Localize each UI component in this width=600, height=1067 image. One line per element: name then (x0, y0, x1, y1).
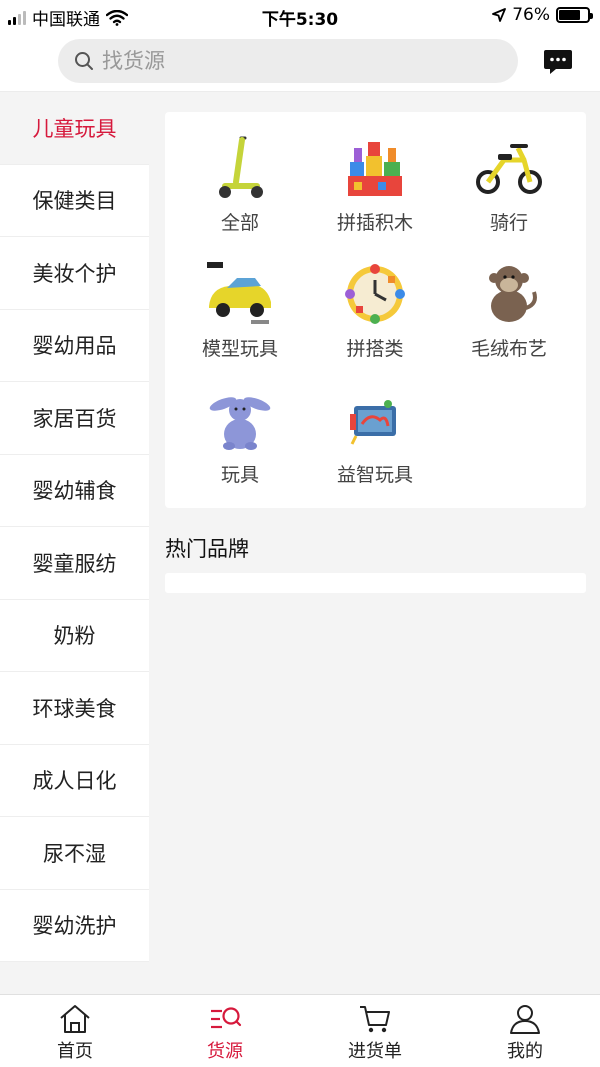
hot-brands-list (165, 573, 586, 593)
subcategory-item[interactable]: 益智玩具 (308, 384, 442, 510)
tab-source[interactable]: 货源 (180, 1003, 270, 1063)
cart-icon (360, 1006, 390, 1033)
subcategory-label: 全部 (220, 212, 259, 234)
home-icon (60, 1005, 90, 1033)
search-bar[interactable] (58, 39, 518, 83)
search-icon (75, 52, 93, 70)
tab-purchase-list[interactable]: 进货单 (330, 1003, 420, 1063)
hot-brands-title: 热门品牌 (165, 537, 249, 561)
battery-percent: 76% (512, 5, 550, 25)
message-icon[interactable] (543, 48, 573, 76)
bottom-tab-bar: 首页 货源 进货单 我的 (0, 994, 600, 1067)
sidebar-item-beauty[interactable]: 美妆个护 (0, 237, 149, 310)
subcategory-grid: 全部 拼插积木 骑行 模型玩具 拼搭类 毛绒布艺 玩具 益智玩具 (165, 112, 586, 508)
search-input[interactable] (102, 49, 482, 73)
subcategory-label: 拼搭类 (346, 338, 404, 360)
subcategory-label: 骑行 (489, 212, 528, 234)
user-icon (510, 1005, 540, 1034)
tab-purchase-list-label: 进货单 (348, 1041, 402, 1062)
status-bar: 中国联通 下午5:30 76% (0, 0, 600, 32)
sidebar-item-health[interactable]: 保健类目 (0, 164, 149, 237)
subcategory-label: 模型玩具 (201, 338, 278, 360)
sidebar-item-household[interactable]: 家居百货 (0, 382, 149, 455)
subcategory-label: 玩具 (220, 464, 259, 486)
tricycle-icon (476, 144, 542, 194)
tab-me[interactable]: 我的 (480, 1003, 570, 1063)
tab-me-label: 我的 (507, 1041, 543, 1062)
clock-puzzle-icon (345, 264, 405, 324)
subcategory-label: 益智玩具 (336, 464, 413, 486)
category-sidebar: 儿童玩具 保健类目 美妆个护 婴幼用品 家居百货 婴幼辅食 婴童服纺 奶粉 环球… (0, 92, 149, 962)
toy-car-icon (207, 262, 271, 324)
tab-source-label: 货源 (207, 1041, 243, 1062)
subcategory-item[interactable]: 拼搭类 (308, 258, 442, 384)
sidebar-item-adult-care[interactable]: 成人日化 (0, 744, 149, 817)
subcategory-label: 拼插积木 (336, 212, 413, 234)
tab-home-label: 首页 (57, 1041, 93, 1062)
sidebar-item-kids-clothing[interactable]: 婴童服纺 (0, 527, 149, 600)
subcategory-item[interactable]: 拼插积木 (308, 132, 442, 258)
sidebar-item-baby-wash[interactable]: 婴幼洗护 (0, 889, 149, 962)
source-search-icon (211, 1007, 242, 1029)
subcategory-item[interactable]: 全部 (173, 132, 307, 258)
tab-home[interactable]: 首页 (30, 1003, 120, 1063)
sidebar-item-diapers[interactable]: 尿不湿 (0, 817, 149, 890)
plush-bunny-icon (209, 397, 271, 450)
battery-icon (556, 7, 593, 23)
sidebar-item-baby-supplies[interactable]: 婴幼用品 (0, 309, 149, 382)
sidebar-item-baby-food[interactable]: 婴幼辅食 (0, 454, 149, 527)
subcategory-label: 毛绒布艺 (470, 338, 547, 360)
location-arrow-icon (492, 8, 507, 22)
building-blocks-icon (348, 142, 402, 196)
cloth-book-icon (350, 400, 396, 445)
sidebar-item-milk-powder[interactable]: 奶粉 (0, 599, 149, 672)
subcategory-item[interactable]: 骑行 (442, 132, 576, 258)
sidebar-item-global-food[interactable]: 环球美食 (0, 672, 149, 745)
subcategory-item[interactable]: 毛绒布艺 (442, 258, 576, 384)
subcategory-item[interactable]: 玩具 (173, 384, 307, 510)
header (0, 32, 600, 92)
scooter-icon (219, 136, 263, 198)
sidebar-item-toys[interactable]: 儿童玩具 (0, 92, 149, 165)
battery-level (559, 10, 581, 20)
subcategory-item[interactable]: 模型玩具 (173, 258, 307, 384)
plush-monkey-icon (489, 266, 537, 322)
status-right: 76% (492, 5, 593, 25)
